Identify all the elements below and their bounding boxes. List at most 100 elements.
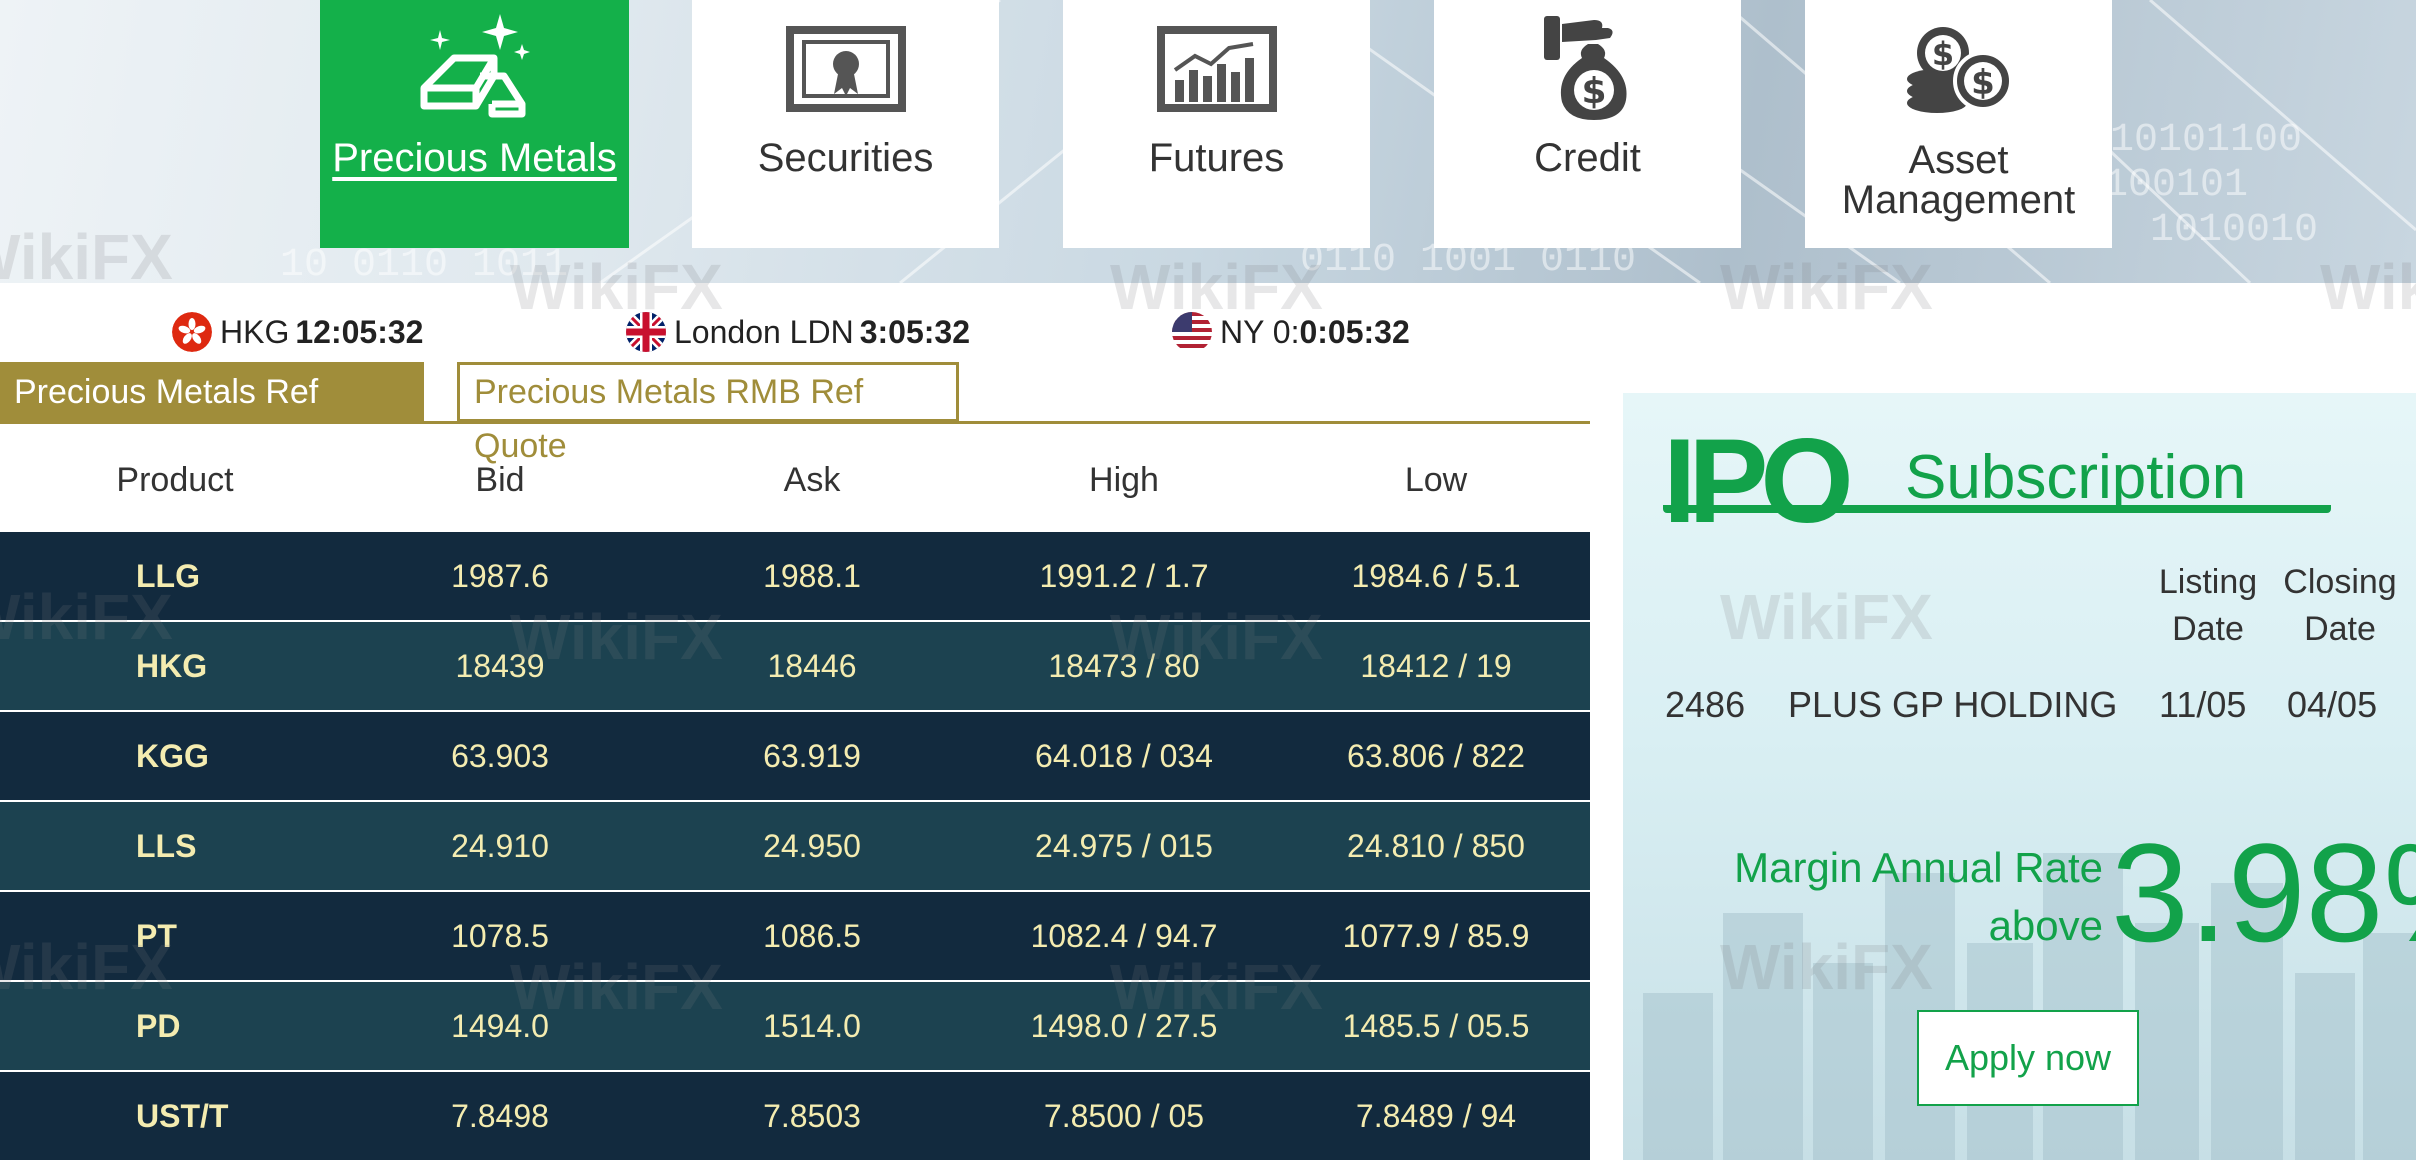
cell-ask: 1988.1 [672,532,952,620]
cell-ask: 18446 [672,622,952,710]
gold-bars-icon [320,14,629,124]
svg-text:$: $ [1581,71,1606,112]
cell-high: 24.975 / 015 [984,802,1264,890]
ipo-logo: IPO [1663,421,1846,541]
clock-ny: NY 0: 0:05:32 [1172,312,1410,352]
cell-bid: 1987.6 [360,532,640,620]
nav-futures[interactable]: Futures [1063,0,1370,248]
cell-low: 63.806 / 822 [1296,712,1576,800]
ipo-closing-date: 04/05 [2287,683,2377,727]
cell-ask: 1514.0 [672,982,952,1070]
clock-hkg-label: HKG [220,314,289,351]
cell-low: 1485.5 / 05.5 [1296,982,1576,1070]
cell-ask: 7.8503 [672,1072,952,1160]
table-row: LLS 24.910 24.950 24.975 / 015 24.810 / … [0,802,1590,892]
cell-low: 7.8489 / 94 [1296,1072,1576,1160]
ipo-logo-underline [1663,505,2331,513]
tab-precious-metals-rmb-ref-quote[interactable]: Precious Metals RMB Ref Quote [457,362,959,422]
table-row: HKG 18439 18446 18473 / 80 18412 / 19 [0,622,1590,712]
ipo-promo-panel: IPO Subscription Listing Date Closing Da… [1623,393,2416,1160]
clock-london: London LDN 3:05:32 [626,312,970,352]
ipo-col-listing-date: Listing Date [2153,559,2263,653]
table-row: PT 1078.5 1086.5 1082.4 / 94.7 1077.9 / … [0,892,1590,982]
ipo-code: 2486 [1665,683,1745,727]
svg-text:10101100: 10101100 [2110,118,2302,163]
ipo-listing-date: 11/05 [2159,683,2246,727]
cell-product: UST/T [136,1072,336,1160]
cell-bid: 7.8498 [360,1072,640,1160]
col-header-product: Product [70,428,280,532]
svg-text:10 0110 1011: 10 0110 1011 [280,243,568,283]
clock-hkg-time: 12:05:32 [295,314,423,351]
tab-underline [0,421,1590,424]
clock-london-label: London LDN [674,314,854,351]
cell-product: LLG [136,532,336,620]
table-row: KGG 63.903 63.919 64.018 / 034 63.806 / … [0,712,1590,802]
ipo-closing-head-2: Date [2304,610,2376,648]
clock-hkg: HKG 12:05:32 [172,312,423,352]
svg-text:$: $ [1971,63,1995,103]
ipo-subtitle: Subscription [1905,443,2246,513]
table-row: PD 1494.0 1514.0 1498.0 / 27.5 1485.5 / … [0,982,1590,1072]
nav-credit[interactable]: $ Credit [1434,0,1741,248]
money-bag-hand-icon: $ [1434,14,1741,124]
nav-securities[interactable]: Securities [692,0,999,248]
nav-precious-metals-label: Precious Metals [320,138,629,178]
cell-high: 1082.4 / 94.7 [984,892,1264,980]
cell-low: 18412 / 19 [1296,622,1576,710]
ipo-name[interactable]: PLUS GP HOLDING [1788,683,2117,727]
cell-product: LLS [136,802,336,890]
cell-bid: 1078.5 [360,892,640,980]
tab-precious-metals-ref-quote[interactable]: Precious Metals Ref Quote [0,362,424,422]
margin-rate-label-above: above [1663,903,2103,949]
cell-low: 1984.6 / 5.1 [1296,532,1576,620]
cell-product: PD [136,982,336,1070]
nav-asset-label-line1: Asset [1908,138,2008,182]
cell-product: KGG [136,712,336,800]
coins-icon: $ $ [1805,14,2112,124]
cell-bid: 1494.0 [360,982,640,1070]
nav-asset-management[interactable]: $ $ Asset Management [1805,0,2112,248]
cell-bid: 18439 [360,622,640,710]
nav-precious-metals[interactable]: Precious Metals [320,0,629,248]
cell-high: 64.018 / 034 [984,712,1264,800]
nav-credit-label: Credit [1434,138,1741,178]
cell-product: PT [136,892,336,980]
cell-high: 7.8500 / 05 [984,1072,1264,1160]
quote-table-body: LLG 1987.6 1988.1 1991.2 / 1.7 1984.6 / … [0,532,1590,1162]
col-header-bid: Bid [360,428,640,532]
clock-london-time: 3:05:32 [860,314,970,351]
clock-ny-label: NY 0: [1220,314,1299,351]
quote-table-header: Product Bid Ask High Low [0,428,1590,532]
margin-rate-value: 3.98% [2111,823,2416,963]
cell-high: 1991.2 / 1.7 [984,532,1264,620]
cell-ask: 63.919 [672,712,952,800]
cell-high: 1498.0 / 27.5 [984,982,1264,1070]
hero-banner: 10101100 0100101 1010010 0110 1001 0110 … [0,0,2416,283]
us-flag-icon [1172,312,1212,352]
ipo-listing-head-1: Listing [2159,563,2257,601]
svg-text:$: $ [1931,35,1953,73]
nav-futures-label: Futures [1063,138,1370,178]
hong-kong-flag-icon [172,312,212,352]
col-header-ask: Ask [672,428,952,532]
clock-ny-time: 0:05:32 [1299,314,1409,351]
margin-rate-label: Margin Annual Rate [1663,845,2103,891]
col-header-high: High [984,428,1264,532]
cell-low: 1077.9 / 85.9 [1296,892,1576,980]
certificate-icon [692,14,999,124]
cell-high: 18473 / 80 [984,622,1264,710]
nav-asset-label-line2: Management [1842,178,2075,222]
ipo-listing-head-2: Date [2172,610,2244,648]
cell-bid: 63.903 [360,712,640,800]
svg-text:1010010: 1010010 [2150,208,2318,253]
col-header-low: Low [1296,428,1576,532]
ipo-col-closing-date: Closing Date [2275,559,2405,653]
cell-ask: 24.950 [672,802,952,890]
apply-now-button[interactable]: Apply now [1917,1010,2139,1106]
ipo-closing-head-1: Closing [2283,563,2396,601]
uk-flag-icon [626,312,666,352]
table-row: UST/T 7.8498 7.8503 7.8500 / 05 7.8489 /… [0,1072,1590,1162]
cell-ask: 1086.5 [672,892,952,980]
chart-icon [1063,14,1370,124]
